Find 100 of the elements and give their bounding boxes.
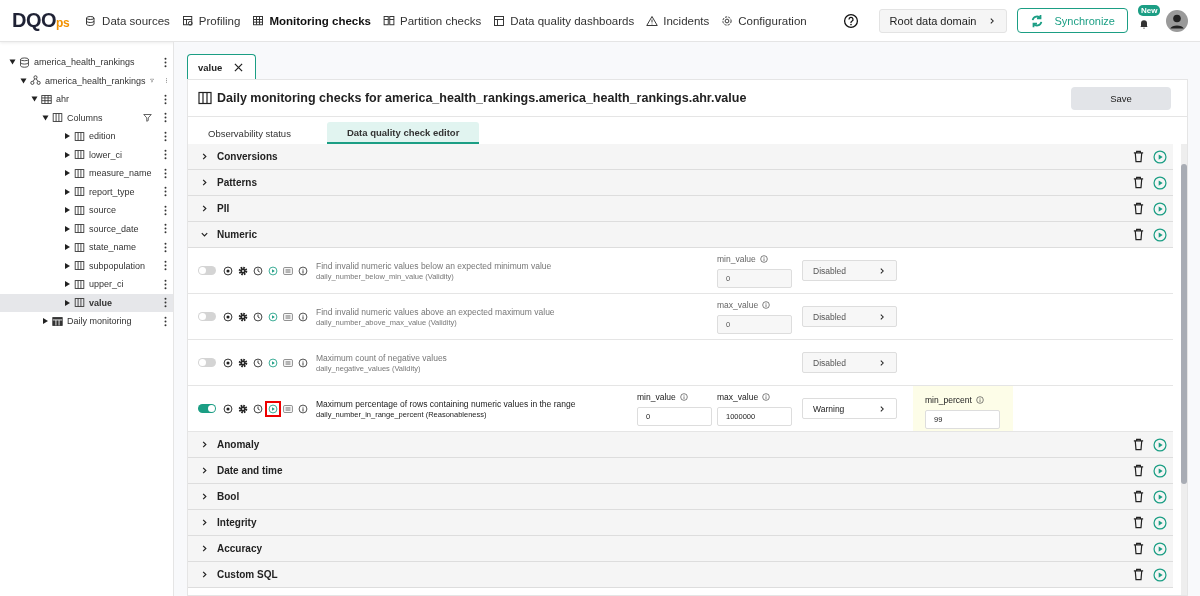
trash-icon[interactable] xyxy=(1132,176,1145,189)
more-options-icon[interactable] xyxy=(164,149,167,161)
more-options-icon[interactable] xyxy=(164,315,167,327)
info-icon[interactable] xyxy=(297,402,309,415)
tab[interactable]: Observability status xyxy=(208,122,311,144)
clock-icon[interactable] xyxy=(252,310,264,323)
tree-item[interactable]: lower_ci xyxy=(0,145,173,164)
expand-arrow-icon[interactable] xyxy=(65,225,70,232)
list-icon[interactable] xyxy=(282,402,294,415)
category-header[interactable]: Accuracy xyxy=(188,536,1173,562)
trash-icon[interactable] xyxy=(1132,568,1145,581)
play-icon[interactable] xyxy=(1153,175,1167,190)
nav-link[interactable]: Configuration xyxy=(721,14,807,27)
tree-item[interactable]: subpopulation xyxy=(0,256,173,275)
toggle-switch[interactable] xyxy=(198,312,216,321)
expand-arrow-icon[interactable] xyxy=(65,281,70,288)
toggle-switch[interactable] xyxy=(198,266,216,275)
trash-icon[interactable] xyxy=(1132,150,1145,163)
filter-icon[interactable] xyxy=(143,113,152,123)
nav-link[interactable]: Incidents xyxy=(646,14,710,27)
category-header[interactable]: Conversions xyxy=(188,144,1173,170)
more-options-icon[interactable] xyxy=(164,112,167,124)
target-icon[interactable] xyxy=(222,264,234,277)
play-icon[interactable] xyxy=(1153,227,1167,242)
category-header[interactable]: Patterns xyxy=(188,170,1173,196)
trash-icon[interactable] xyxy=(1132,490,1145,503)
target-icon[interactable] xyxy=(222,402,234,415)
toggle-switch[interactable] xyxy=(198,358,216,367)
more-options-icon[interactable] xyxy=(164,56,167,68)
more-options-icon[interactable] xyxy=(164,130,167,142)
expand-arrow-icon[interactable] xyxy=(65,170,70,177)
nav-link[interactable]: Profiling xyxy=(181,14,241,27)
tree-item[interactable]: ahr xyxy=(0,90,173,109)
play-icon[interactable] xyxy=(1153,201,1167,216)
expand-arrow-icon[interactable] xyxy=(65,207,70,214)
tree-item[interactable]: america_health_rankings xyxy=(0,53,173,72)
expand-arrow-icon[interactable] xyxy=(65,299,70,306)
scrollbar[interactable] xyxy=(1181,144,1187,595)
trash-icon[interactable] xyxy=(1132,464,1145,477)
trash-icon[interactable] xyxy=(1132,438,1145,451)
expand-arrow-icon[interactable] xyxy=(65,133,70,140)
category-header[interactable]: Integrity xyxy=(188,510,1173,536)
tree-item[interactable]: Columns xyxy=(0,108,173,127)
category-header[interactable]: Date and time xyxy=(188,458,1173,484)
settings-icon[interactable] xyxy=(237,264,249,277)
help-icon[interactable] xyxy=(842,12,859,29)
info-icon[interactable] xyxy=(679,392,688,401)
category-header[interactable]: Anomaly xyxy=(188,432,1173,458)
tree-item[interactable]: source xyxy=(0,201,173,220)
nav-link[interactable]: Monitoring checks xyxy=(252,14,371,27)
tab[interactable]: Data quality check editor xyxy=(326,122,480,144)
play-icon[interactable] xyxy=(1153,463,1167,478)
play-icon[interactable] xyxy=(1153,149,1167,164)
play-icon[interactable] xyxy=(1153,437,1167,452)
logo[interactable]: DQOps xyxy=(12,9,70,32)
more-options-icon[interactable] xyxy=(164,297,167,309)
trash-icon[interactable] xyxy=(1132,542,1145,555)
expand-arrow-icon[interactable] xyxy=(9,59,16,65)
tree-item[interactable]: value xyxy=(0,293,173,312)
close-icon[interactable] xyxy=(234,62,244,72)
target-icon[interactable] xyxy=(222,310,234,323)
info-icon[interactable] xyxy=(297,264,309,277)
clock-icon[interactable] xyxy=(252,402,264,415)
tree-item[interactable]: source_date xyxy=(0,219,173,238)
more-options-icon[interactable] xyxy=(164,278,167,290)
tree-item[interactable]: Daily monitoring xyxy=(0,312,173,331)
settings-icon[interactable] xyxy=(237,310,249,323)
info-icon[interactable] xyxy=(762,300,771,309)
toggle-switch[interactable] xyxy=(198,404,216,413)
clock-icon[interactable] xyxy=(252,356,264,369)
tree-item[interactable]: state_name xyxy=(0,238,173,257)
play-icon[interactable] xyxy=(1153,515,1167,530)
more-options-icon[interactable] xyxy=(164,93,167,105)
tree-item[interactable]: edition xyxy=(0,127,173,146)
expand-arrow-icon[interactable] xyxy=(65,244,70,251)
play-icon[interactable] xyxy=(1153,541,1167,556)
severity-selector[interactable]: Disabled xyxy=(802,306,897,327)
category-header[interactable]: Custom SQL xyxy=(188,562,1173,588)
info-icon[interactable] xyxy=(759,254,768,263)
category-header[interactable]: PII xyxy=(188,196,1173,222)
tree-item[interactable]: america_health_rankings xyxy=(0,71,173,90)
severity-selector[interactable]: Disabled xyxy=(802,260,897,281)
play-icon[interactable] xyxy=(267,402,279,415)
list-icon[interactable] xyxy=(282,356,294,369)
expand-arrow-icon[interactable] xyxy=(42,115,49,121)
settings-icon[interactable] xyxy=(237,356,249,369)
expand-arrow-icon[interactable] xyxy=(65,151,70,158)
trash-icon[interactable] xyxy=(1132,516,1145,529)
nav-link[interactable]: Partition checks xyxy=(383,14,482,27)
play-icon[interactable] xyxy=(1153,489,1167,504)
more-options-icon[interactable] xyxy=(164,241,167,253)
expand-arrow-icon[interactable] xyxy=(31,96,38,102)
more-options-icon[interactable] xyxy=(164,260,167,272)
severity-selector[interactable]: Warning xyxy=(802,398,897,419)
tree-item[interactable]: measure_name xyxy=(0,164,173,183)
list-icon[interactable] xyxy=(282,264,294,277)
more-options-icon[interactable] xyxy=(164,223,167,235)
expand-arrow-icon[interactable] xyxy=(65,262,70,269)
severity-selector[interactable]: Disabled xyxy=(802,352,897,373)
more-options-icon[interactable] xyxy=(164,204,167,216)
